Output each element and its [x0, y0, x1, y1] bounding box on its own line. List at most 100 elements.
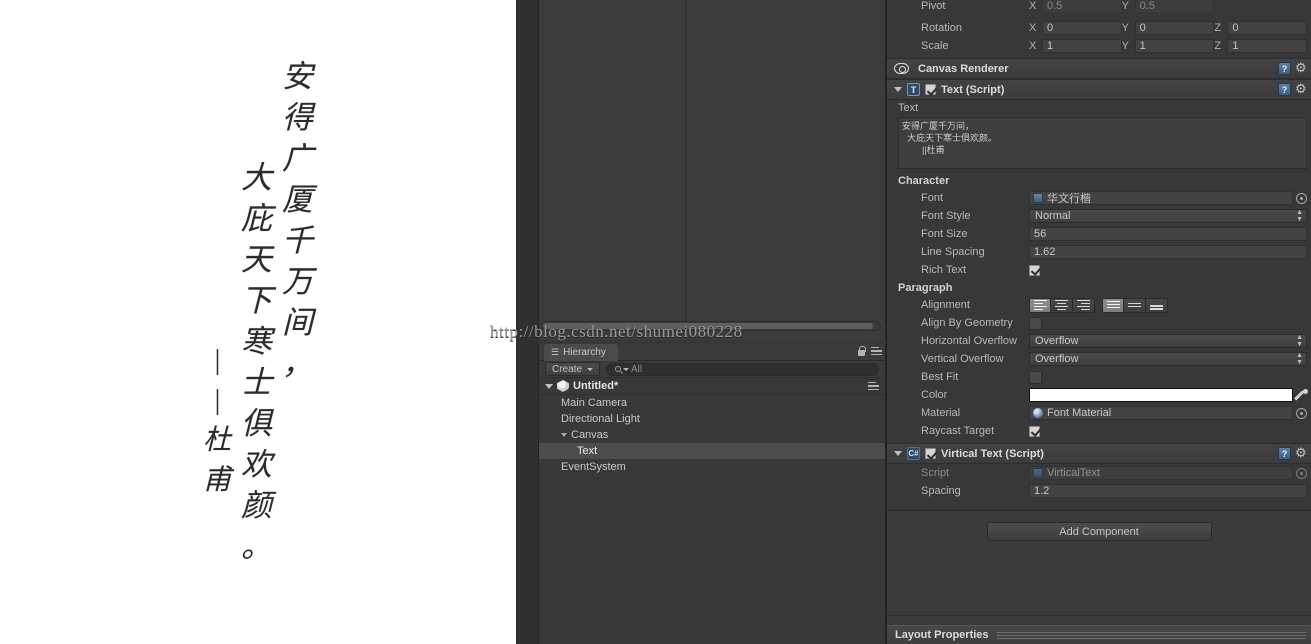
scene-inner-divider [685, 0, 686, 331]
font-asset-icon [1033, 193, 1043, 203]
layout-properties-header[interactable]: Layout Properties [887, 625, 1311, 644]
expand-triangle-icon[interactable] [561, 433, 567, 437]
csharp-script-icon: C# [907, 447, 920, 460]
hierarchy-tab-controls [857, 346, 882, 356]
script-label: Script [921, 467, 950, 479]
raycast-target-row[interactable]: Raycast Target [887, 422, 1311, 440]
header-rule-lines [996, 631, 1311, 639]
search-input[interactable]: All [606, 362, 879, 376]
hierarchy-scene-row[interactable]: Untitled* [539, 378, 885, 395]
font-style-row[interactable]: Font Style Normal ▲ ▼ [887, 207, 1311, 225]
scene-view-pane[interactable] [538, 0, 886, 340]
align-by-geometry-checkbox[interactable] [1029, 316, 1042, 330]
rotation-x-field[interactable]: 0 [1042, 21, 1122, 35]
spacing-field[interactable]: 1.2 [1029, 484, 1307, 498]
text-component-enabled-checkbox[interactable] [925, 84, 936, 95]
hierarchy-item-text[interactable]: Text [539, 443, 885, 459]
align-top-button[interactable] [1102, 297, 1124, 313]
hierarchy-item-directional-light[interactable]: Directional Light [539, 411, 885, 427]
object-picker-icon[interactable] [1296, 408, 1307, 419]
script-object-field: VirticalText [1029, 466, 1307, 480]
gear-icon[interactable] [1295, 446, 1307, 460]
add-component-button[interactable]: Add Component [986, 522, 1212, 541]
help-book-icon[interactable]: ? [1278, 447, 1291, 460]
gear-icon[interactable] [1295, 82, 1307, 96]
vertical-overflow-dropdown[interactable]: Overflow ▲ ▼ [1029, 352, 1307, 366]
hierarchy-item-main-camera[interactable]: Main Camera [539, 395, 885, 411]
virtical-text-enabled-checkbox[interactable] [925, 448, 936, 459]
expand-triangle-icon[interactable] [545, 383, 553, 389]
help-book-icon[interactable]: ? [1278, 83, 1291, 96]
font-label: Font [921, 192, 944, 204]
expand-triangle-icon[interactable] [894, 451, 902, 456]
hierarchy-item-label: Directional Light [561, 413, 640, 425]
create-button[interactable]: Create [545, 362, 601, 376]
component-header-canvas-renderer[interactable]: Canvas Renderer ? [887, 58, 1311, 79]
align-right-button[interactable] [1073, 297, 1095, 313]
lock-icon[interactable] [857, 346, 866, 356]
hamburger-menu-icon[interactable] [871, 346, 882, 356]
vertical-overflow-row[interactable]: Vertical Overflow Overflow ▲ ▼ [887, 350, 1311, 368]
best-fit-checkbox[interactable] [1029, 370, 1042, 384]
chevron-updown-icon: ▲ ▼ [1296, 352, 1303, 366]
pivot-x-field[interactable]: 0.5 [1042, 0, 1122, 12]
hamburger-menu-icon[interactable] [868, 381, 879, 391]
align-bottom-button[interactable] [1146, 297, 1168, 313]
font-size-field[interactable]: 56 [1029, 227, 1307, 241]
scale-z-field[interactable]: 1 [1227, 39, 1308, 53]
font-row[interactable]: Font 华文行楷 [887, 189, 1311, 207]
font-size-row[interactable]: Font Size 56 [887, 225, 1311, 243]
color-row[interactable]: Color [887, 386, 1311, 404]
transform-row-scale[interactable]: Scale X 1 Y 1 Z 1 [887, 37, 1311, 55]
raycast-target-label: Raycast Target [921, 425, 995, 437]
poem-char: 士 [241, 365, 272, 400]
poem-char: 。 [241, 529, 272, 564]
material-row[interactable]: Material Font Material [887, 404, 1311, 422]
color-swatch-field[interactable] [1029, 388, 1293, 402]
align-left-button[interactable] [1029, 297, 1051, 313]
align-middle-button[interactable] [1124, 297, 1146, 313]
align-by-geometry-row[interactable]: Align By Geometry [887, 314, 1311, 332]
poem-char: 天 [241, 242, 272, 277]
scale-label: Scale [921, 40, 949, 52]
spacing-row[interactable]: Spacing 1.2 [887, 482, 1311, 500]
poem-char: ， [282, 346, 313, 381]
poem-char: 俱 [241, 406, 272, 441]
rich-text-row[interactable]: Rich Text [887, 261, 1311, 279]
rich-text-label: Rich Text [921, 264, 967, 276]
line-spacing-row[interactable]: Line Spacing 1.62 [887, 243, 1311, 261]
rich-text-checkbox[interactable] [1029, 264, 1040, 276]
rotation-z-field[interactable]: 0 [1227, 21, 1308, 35]
component-header-text-script[interactable]: T Text (Script) ? [887, 79, 1311, 100]
raycast-target-checkbox[interactable] [1029, 425, 1040, 437]
gear-icon[interactable] [1295, 61, 1307, 75]
hierarchy-item-canvas[interactable]: Canvas [539, 427, 885, 443]
tab-hierarchy[interactable]: ☰ Hierarchy [544, 344, 618, 361]
line-spacing-field[interactable]: 1.62 [1029, 245, 1307, 259]
align-center-button[interactable] [1051, 297, 1073, 313]
material-object-field[interactable]: Font Material [1029, 406, 1307, 420]
font-style-dropdown[interactable]: Normal ▲ ▼ [1029, 209, 1307, 223]
layout-properties-section: Layout Properties [887, 615, 1311, 644]
vertical-alignment-group[interactable] [1102, 297, 1168, 313]
horizontal-overflow-row[interactable]: Horizontal Overflow Overflow ▲ ▼ [887, 332, 1311, 350]
scale-y-field[interactable]: 1 [1134, 39, 1215, 53]
object-picker-icon[interactable] [1296, 193, 1307, 204]
component-header-virtical-text[interactable]: C# Virtical Text (Script) ? [887, 443, 1311, 464]
help-book-icon[interactable]: ? [1278, 62, 1291, 75]
rotation-y-field[interactable]: 0 [1134, 21, 1215, 35]
eyedropper-icon[interactable] [1294, 389, 1308, 403]
horizontal-overflow-dropdown[interactable]: Overflow ▲ ▼ [1029, 334, 1307, 348]
hierarchy-item-eventsystem[interactable]: EventSystem [539, 459, 885, 475]
expand-triangle-icon[interactable] [894, 87, 902, 92]
font-object-field[interactable]: 华文行楷 [1029, 191, 1307, 205]
text-content-textarea[interactable]: 安得广厦千万间， 大庇天下寒士俱欢颜。 ||杜甫 [898, 117, 1307, 169]
transform-row-pivot[interactable]: Pivot X 0.5 Y 0.5 [887, 0, 1311, 12]
transform-row-rotation[interactable]: Rotation X 0 Y 0 Z 0 [887, 19, 1311, 37]
alignment-row[interactable]: Alignment [887, 296, 1311, 314]
scale-x-field[interactable]: 1 [1042, 39, 1122, 53]
pivot-y-field[interactable]: 0.5 [1134, 0, 1215, 12]
game-view[interactable]: 安 得 广 厦 千 万 间 ， 大 庇 天 下 寒 士 俱 欢 颜 。 | | … [0, 0, 516, 644]
best-fit-row[interactable]: Best Fit [887, 368, 1311, 386]
horizontal-alignment-group[interactable] [1029, 297, 1095, 313]
